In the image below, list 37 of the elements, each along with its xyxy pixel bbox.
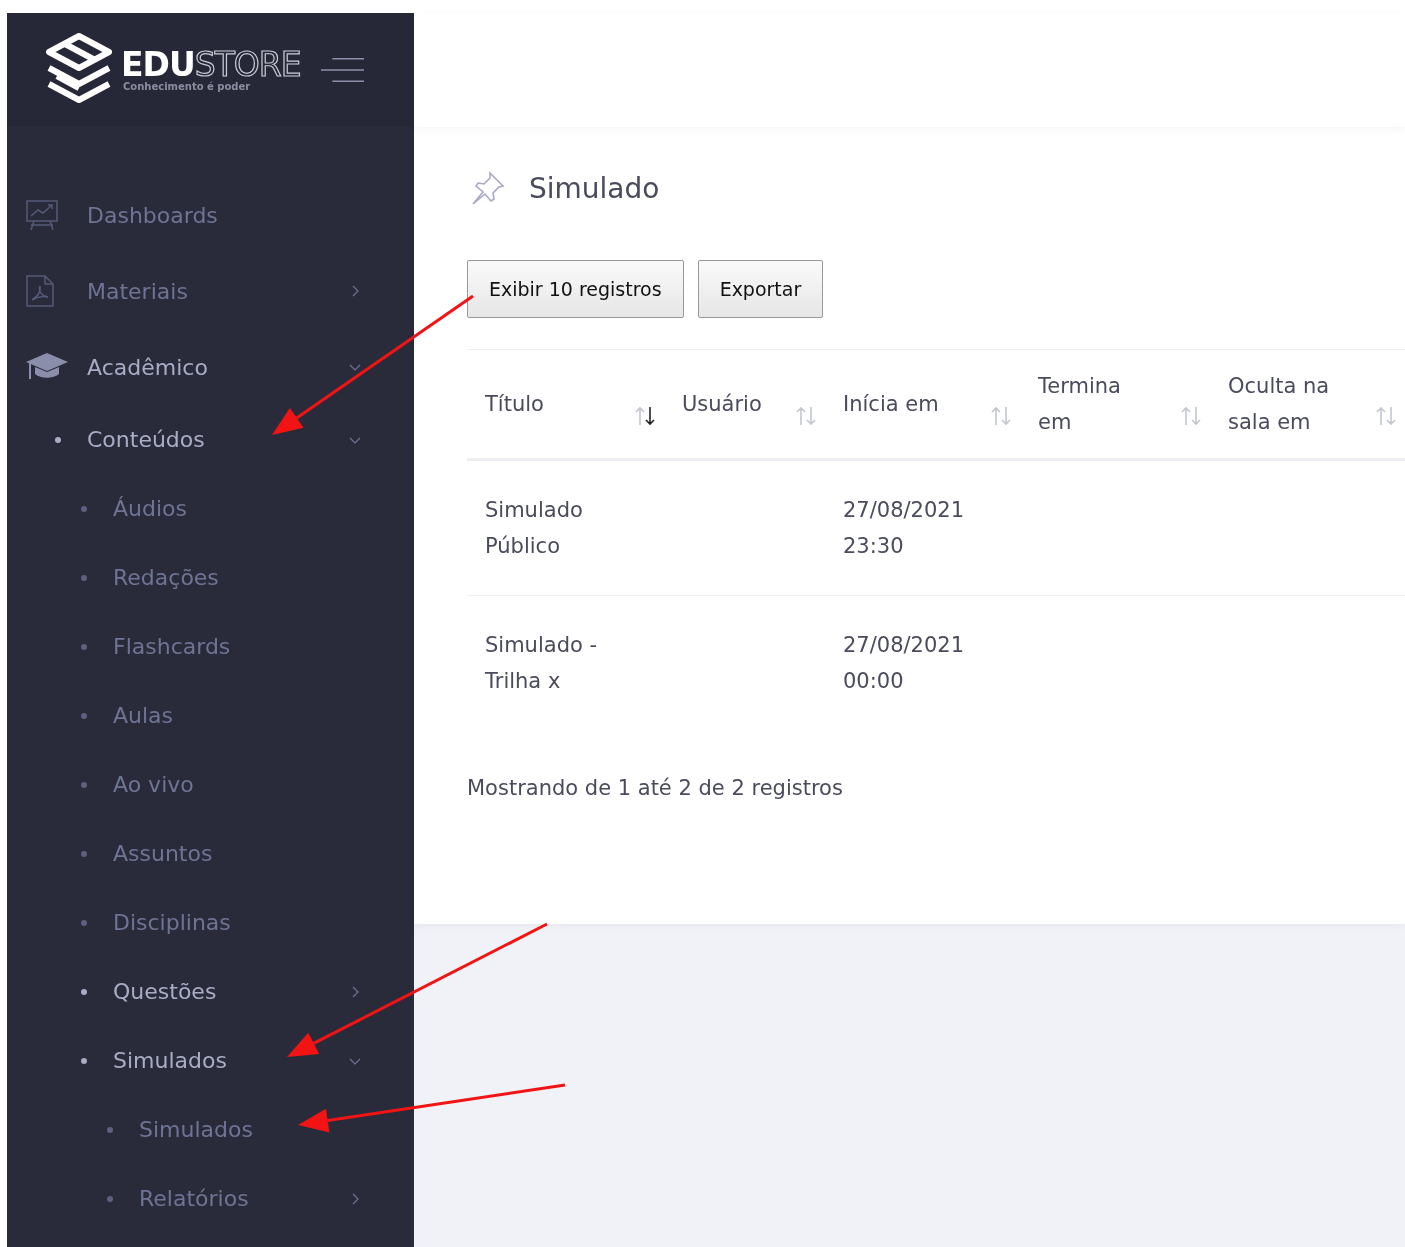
bullet-icon <box>81 781 87 788</box>
bullet-icon <box>81 505 87 512</box>
bullet-icon <box>81 1057 87 1064</box>
toolbar-button[interactable]: Exportar <box>697 260 824 318</box>
bullet-icon <box>107 1126 113 1133</box>
column-header[interactable]: Usuário <box>682 386 762 422</box>
bullet-icon <box>81 988 87 995</box>
bullet-icon <box>81 712 87 719</box>
sidebar-item[interactable]: Conteúdos <box>7 405 414 474</box>
bullet-icon <box>55 436 61 443</box>
table-cell: Simulado Público <box>485 498 583 558</box>
column-header[interactable]: Inícia em <box>843 386 939 422</box>
sidebar-item[interactable]: Acadêmico <box>7 329 414 405</box>
column-header[interactable]: Termina em <box>1038 368 1156 440</box>
page-title: Simulado <box>529 171 660 205</box>
pushpin-icon <box>471 171 505 205</box>
logo-wordmark: EDU <box>121 48 195 81</box>
table-cell: 27/08/2021 23:30 <box>843 498 965 558</box>
column-header[interactable]: Título <box>485 386 544 422</box>
logo-tagline: Conhecimento é poder <box>123 81 252 92</box>
column-header[interactable]: Oculta na sala em <box>1228 368 1346 440</box>
table-cell: Simulado - Trilha x <box>485 633 598 693</box>
bullet-icon <box>107 1195 113 1202</box>
bullet-icon <box>81 643 87 650</box>
table-cell: 27/08/2021 00:00 <box>843 633 965 693</box>
sidebar-item[interactable]: Simulados <box>7 1026 414 1095</box>
menu-icon[interactable] <box>320 57 364 83</box>
table-info: Mostrando de 1 até 2 de 2 registros <box>467 776 844 800</box>
bullet-icon <box>81 919 87 926</box>
bullet-icon <box>81 574 87 581</box>
sidebar-item[interactable]: Questões <box>7 957 414 1026</box>
document-icon <box>25 274 55 308</box>
toolbar-button[interactable]: Exibir 10 registros <box>467 260 684 318</box>
logo-wordmark-outline: STORE <box>194 48 301 81</box>
bullet-icon <box>81 850 87 857</box>
presentation-chart-icon <box>25 198 59 232</box>
sort-arrows-icon[interactable] <box>634 405 656 427</box>
